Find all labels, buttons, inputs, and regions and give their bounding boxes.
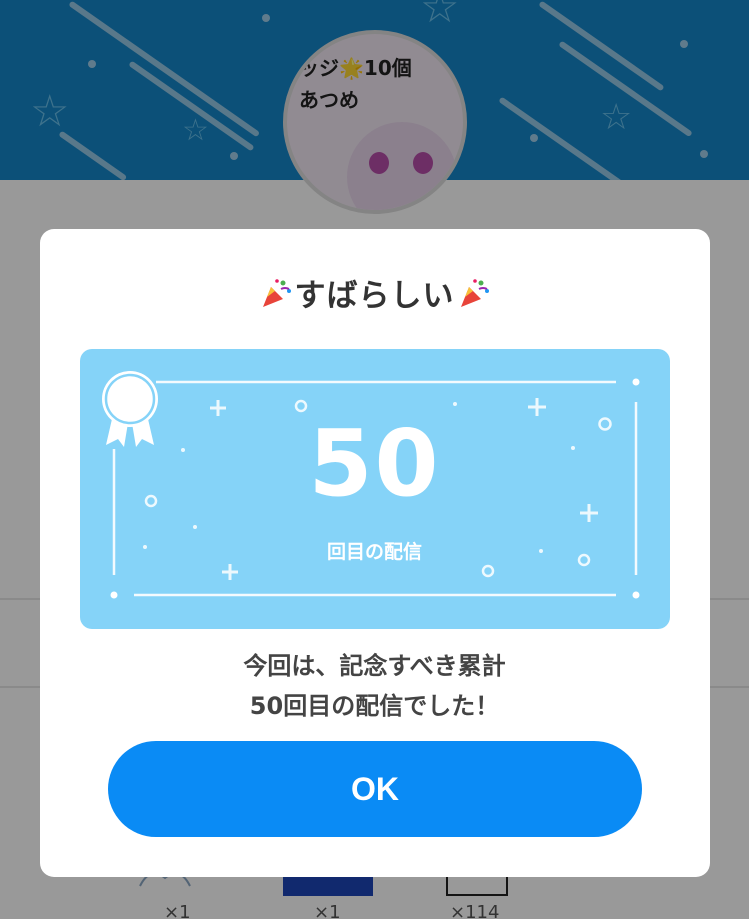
message-line: 50回目の配信でした！: [249, 692, 500, 720]
milestone-number: 50: [308, 410, 441, 517]
dialog-title: すばらしい: [0, 270, 749, 315]
party-popper-icon: [460, 279, 489, 307]
milestone-caption: 回目の配信: [326, 541, 422, 563]
ok-button[interactable]: OK: [108, 741, 642, 837]
dialog-title-text: すばらしい: [294, 278, 455, 314]
message-line: 今回は、記念すべき累計: [243, 652, 506, 680]
milestone-message: 今回は、記念すべき累計 50回目の配信でした！: [0, 646, 749, 726]
party-popper-icon: [262, 279, 291, 307]
